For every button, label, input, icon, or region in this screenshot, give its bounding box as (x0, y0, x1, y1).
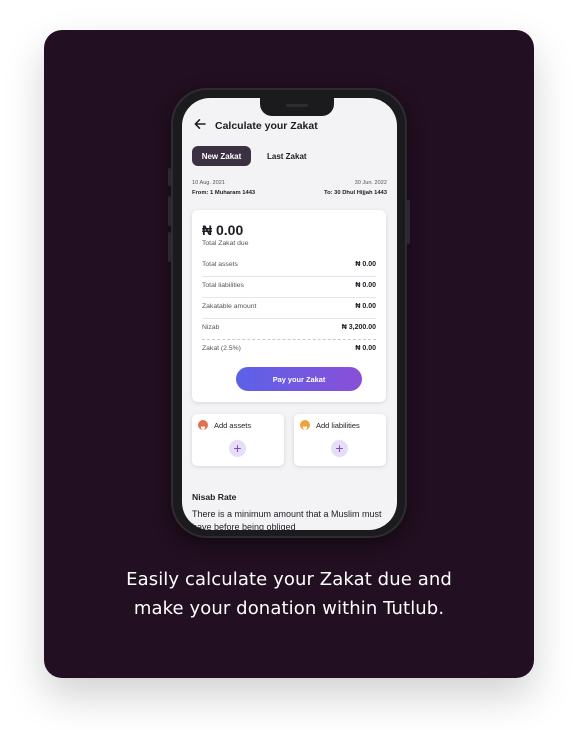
row-label: Total liabilities (202, 282, 244, 289)
row-value: ₦ 0.00 (355, 282, 376, 289)
zakat-summary-card: ₦ 0.00 Total Zakat due Total assets ₦ 0.… (192, 210, 386, 402)
add-assets-label: Add assets (214, 421, 252, 430)
start-hijri-date: From: 1 Muharam 1443 (192, 190, 256, 196)
nisab-rate-heading: Nisab Rate (192, 492, 237, 502)
row-value: ₦ 0.00 (355, 261, 376, 268)
summary-row: Nizab ₦ 3,200.00 (202, 319, 376, 340)
row-label: Total assets (202, 261, 238, 268)
tab-last-zakat[interactable]: Last Zakat (267, 146, 307, 166)
pay-zakat-button[interactable]: Pay your Zakat (236, 367, 362, 391)
phone-screen: Calculate your Zakat New Zakat Last Zaka… (182, 98, 397, 530)
total-zakat-amount: ₦ 0.00 (202, 222, 244, 238)
phone-side-button (168, 232, 171, 262)
add-liabilities-plus-icon[interactable]: + (331, 440, 348, 457)
summary-row: Total liabilities ₦ 0.00 (202, 277, 376, 298)
phone-notch (260, 98, 334, 116)
row-value: ₦ 0.00 (355, 345, 376, 352)
caption: Easily calculate your Zakat due and make… (44, 565, 534, 623)
end-date: 30 Jun. 2022 (354, 180, 387, 186)
add-assets-plus-icon[interactable]: + (229, 440, 246, 457)
row-label: Nizab (202, 324, 220, 331)
add-assets-card[interactable]: Add assets + (192, 414, 284, 466)
phone-side-button (168, 168, 171, 186)
tab-new-zakat[interactable]: New Zakat (192, 146, 251, 166)
add-liabilities-label: Add liabilities (316, 421, 360, 430)
summary-row: Zakatable amount ₦ 0.00 (202, 298, 376, 319)
summary-row: Zakat (2.5%) ₦ 0.00 (202, 340, 376, 360)
start-date: 10 Aug. 2021 (192, 180, 225, 186)
page-title: Calculate your Zakat (215, 120, 318, 132)
summary-row: Total assets ₦ 0.00 (202, 256, 376, 277)
row-label: Zakat (2.5%) (202, 345, 241, 352)
caption-line-2: make your donation within Tutlub. (133, 598, 445, 619)
add-liabilities-card[interactable]: Add liabilities + (294, 414, 386, 466)
row-value: ₦ 3,200.00 (341, 324, 376, 331)
arrow-left-icon[interactable] (194, 118, 206, 130)
hand-heart-icon (198, 420, 208, 431)
phone-side-button (407, 200, 410, 244)
total-zakat-label: Total Zakat due (202, 240, 249, 247)
phone-side-button (168, 196, 171, 226)
hand-heart-icon (300, 420, 310, 431)
row-label: Zakatable amount (202, 303, 257, 310)
phone-speaker (286, 104, 308, 107)
nisab-rate-text: There is a minimum amount that a Muslim … (192, 509, 382, 530)
row-value: ₦ 0.00 (355, 303, 376, 310)
end-hijri-date: To: 30 Dhul Hijjah 1443 (323, 190, 387, 196)
caption-line-1: Easily calculate your Zakat due and (126, 569, 452, 590)
